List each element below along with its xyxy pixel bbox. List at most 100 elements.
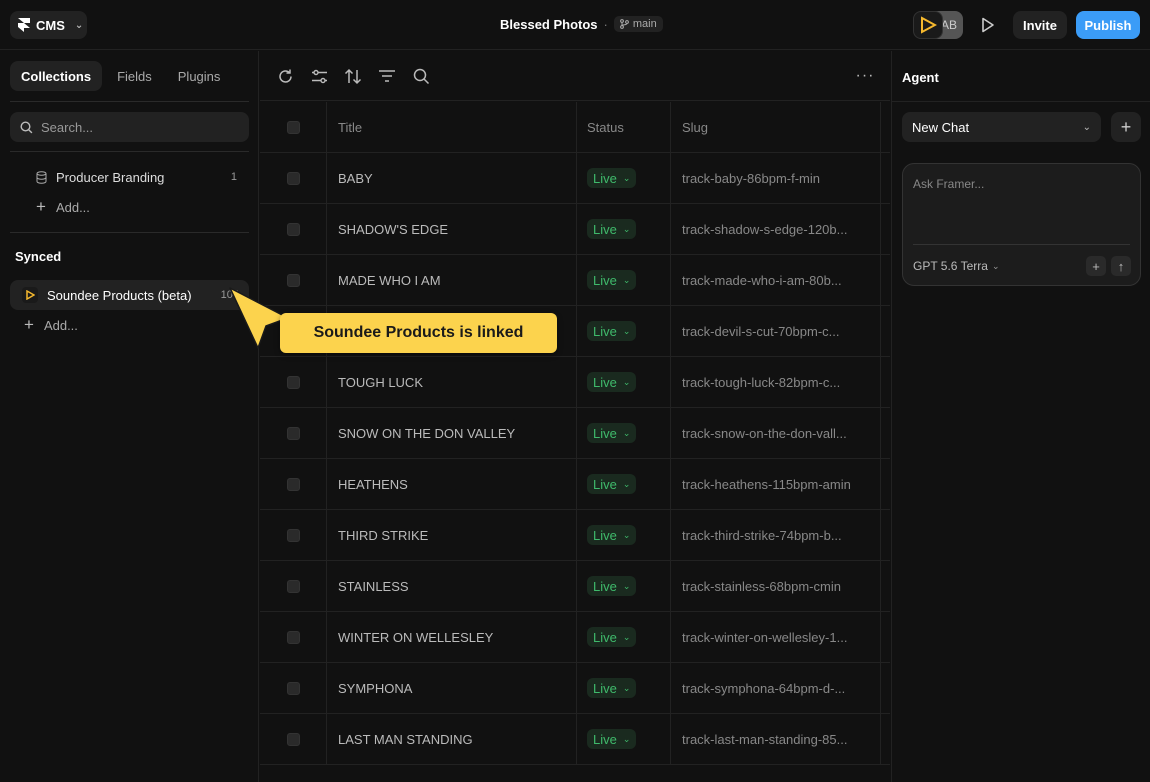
agent-panel: Agent New Chat ⌄ + Ask Framer... GPT 5.6… [891,51,1150,782]
plus-icon: + [1092,258,1100,274]
row-checkbox[interactable] [286,426,300,440]
settings-button[interactable] [307,64,331,88]
row-slug[interactable]: track-stainless-68bpm-cmin [671,561,881,611]
attach-button[interactable]: + [1086,256,1106,276]
row-checkbox[interactable] [286,528,300,542]
table-row[interactable]: STAINLESS Live ⌄ track-stainless-68bpm-cmin [260,561,890,612]
preview-button[interactable] [971,11,1005,39]
row-title[interactable]: STAINLESS [327,561,577,611]
row-checkbox[interactable] [286,630,300,644]
row-title[interactable]: SHADOW'S EDGE [327,204,577,254]
invite-button[interactable]: Invite [1013,11,1067,39]
collaborator-avatars[interactable]: AB [913,11,963,39]
status-badge[interactable]: Live ⌄ [587,219,637,239]
publish-button[interactable]: Publish [1076,11,1140,39]
status-badge[interactable]: Live ⌄ [587,321,637,341]
add-synced-button[interactable]: + Add... [10,310,249,340]
branch-icon [619,19,629,29]
row-title[interactable]: HEATHENS [327,459,577,509]
row-slug[interactable]: track-heathens-115bpm-amin [671,459,881,509]
status-badge[interactable]: Live ⌄ [587,423,637,443]
column-header-title[interactable]: Title [327,102,577,152]
status-label: Live [593,170,617,186]
row-title[interactable]: TOUGH LUCK [327,357,577,407]
chevron-down-icon: ⌄ [622,631,631,642]
filter-button[interactable] [375,64,399,88]
row-checkbox[interactable] [286,171,300,185]
table-row[interactable]: LAST MAN STANDING Live ⌄ track-last-man-sta… [260,714,890,765]
table-row[interactable]: TOUGH LUCK Live ⌄ track-tough-luck-82bpm-c.… [260,357,890,408]
table-row[interactable]: SNOW ON THE DON VALLEY Live ⌄ track-snow-on… [260,408,890,459]
row-title[interactable]: SNOW ON THE DON VALLEY [327,408,577,458]
row-checkbox[interactable] [286,375,300,389]
select-all-checkbox[interactable] [286,120,300,134]
send-button[interactable]: ↑ [1111,256,1131,276]
status-label: Live [593,323,617,339]
synced-item-soundee-products[interactable]: Soundee Products (beta) 104 [10,280,249,310]
row-title[interactable]: SYMPHONA [327,663,577,713]
search-button[interactable] [409,64,433,88]
row-title[interactable]: WINTER ON WELLESLEY [327,612,577,662]
row-checkbox[interactable] [286,222,300,236]
search-input[interactable]: Search... [10,112,249,142]
sort-icon [344,68,362,84]
row-slug[interactable]: track-snow-on-the-don-vall... [671,408,881,458]
table-row[interactable]: THIRD STRIKE Live ⌄ track-third-strike-74bp… [260,510,890,561]
row-slug[interactable]: track-devil-s-cut-70bpm-c... [671,306,881,356]
status-badge[interactable]: Live ⌄ [587,576,637,596]
branch-badge[interactable]: main [613,16,663,32]
add-collection-button[interactable]: + Add... [10,192,249,222]
model-select[interactable]: GPT 5.6 Terra ⌄ [913,259,999,273]
row-title[interactable]: LAST MAN STANDING [327,714,577,764]
table-row[interactable]: WINTER ON WELLESLEY Live ⌄ track-winter-on-… [260,612,890,663]
status-badge[interactable]: Live ⌄ [587,270,637,290]
row-slug[interactable]: track-shadow-s-edge-120b... [671,204,881,254]
row-checkbox[interactable] [286,681,300,695]
column-header-status[interactable]: Status [577,102,671,152]
status-badge[interactable]: Live ⌄ [587,729,637,749]
more-options-button[interactable]: ··· [853,64,877,88]
collection-item-producer-branding[interactable]: Producer Branding 1 [10,162,249,192]
status-badge[interactable]: Live ⌄ [587,168,637,188]
chat-input-box[interactable]: Ask Framer... GPT 5.6 Terra ⌄ + ↑ [902,163,1141,286]
tab-plugins[interactable]: Plugins [167,61,232,91]
tab-fields[interactable]: Fields [106,61,163,91]
row-checkbox[interactable] [286,579,300,593]
status-badge[interactable]: Live ⌄ [587,372,637,392]
model-label: GPT 5.6 Terra [913,259,988,273]
row-slug[interactable]: track-tough-luck-82bpm-c... [671,357,881,407]
row-slug[interactable]: track-winter-on-wellesley-1... [671,612,881,662]
table-row[interactable]: HEATHENS Live ⌄ track-heathens-115bpm-amin [260,459,890,510]
sort-button[interactable] [341,64,365,88]
cms-menu-button[interactable]: CMS ⌄ [10,11,87,39]
row-title[interactable]: BABY [327,153,577,203]
refresh-button[interactable] [273,64,297,88]
row-status-cell: Live ⌄ [577,408,671,458]
new-chat-button[interactable]: + [1111,112,1141,142]
row-checkbox[interactable] [286,732,300,746]
status-badge[interactable]: Live ⌄ [587,627,637,647]
status-badge[interactable]: Live ⌄ [587,474,637,494]
status-badge[interactable]: Live ⌄ [587,678,637,698]
column-header-slug[interactable]: Slug [671,102,881,152]
row-title[interactable]: THIRD STRIKE [327,510,577,560]
branch-label: main [632,18,657,30]
row-select-cell [260,459,327,509]
tab-collections[interactable]: Collections [10,61,103,91]
status-badge[interactable]: Live ⌄ [587,525,637,545]
table-row[interactable]: SHADOW'S EDGE Live ⌄ track-shadow-s-edge-12… [260,204,890,255]
soundee-logo-icon [22,287,38,303]
project-title[interactable]: Blessed Photos [500,17,598,32]
table-row[interactable]: BABY Live ⌄ track-baby-86bpm-f-min [260,153,890,204]
chevron-down-icon: ⌄ [74,19,84,31]
row-title[interactable]: MADE WHO I AM [327,255,577,305]
chat-select[interactable]: New Chat ⌄ [902,112,1101,142]
row-slug[interactable]: track-last-man-standing-85... [671,714,881,764]
row-slug[interactable]: track-baby-86bpm-f-min [671,153,881,203]
table-row[interactable]: SYMPHONA Live ⌄ track-symphona-64bpm-d-... [260,663,890,714]
row-checkbox[interactable] [286,477,300,491]
row-slug[interactable]: track-third-strike-74bpm-b... [671,510,881,560]
row-slug[interactable]: track-made-who-i-am-80b... [671,255,881,305]
row-slug[interactable]: track-symphona-64bpm-d-... [671,663,881,713]
table-row[interactable]: MADE WHO I AM Live ⌄ track-made-who-i-am-80… [260,255,890,306]
